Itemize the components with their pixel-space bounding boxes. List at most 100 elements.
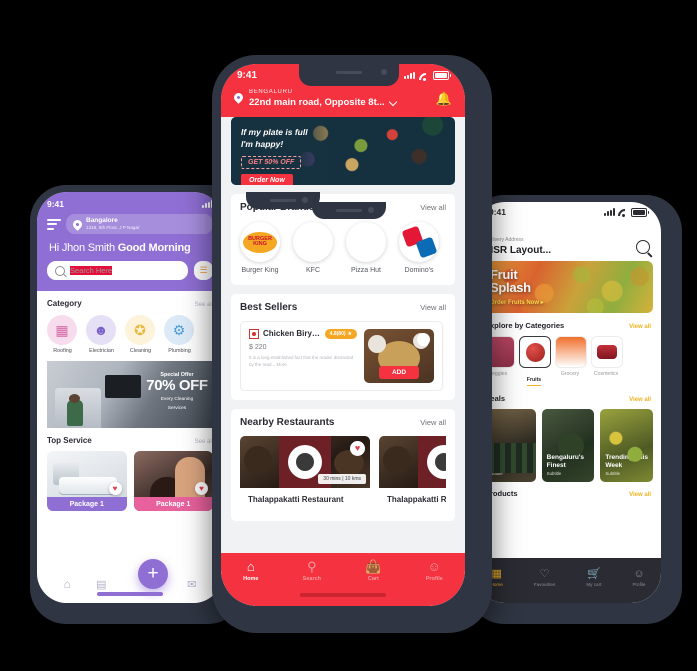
right-bottom-nav: ▦ Home ♡ Favourites 🛒 My cart ☺ Profile (475, 558, 661, 603)
category-title: Category (47, 299, 82, 309)
deal-text: Trending This Week Subtitle (605, 454, 653, 476)
category-item-roofing[interactable]: ▦ Roofing (47, 315, 78, 354)
restaurant-card[interactable]: ♥ 30 mins | 10 kms Thalappakatti Restaur… (240, 435, 370, 511)
cleaning-icon: ✪ (125, 315, 155, 346)
right-address-block[interactable]: Delivery Address HSR Layout... (486, 237, 551, 256)
search-icon[interactable] (636, 239, 650, 254)
deal-title: Bengaluru's Finest (546, 454, 584, 469)
deals-list: Trending This Week Subtitle Bengaluru's … (475, 403, 661, 482)
filter-button[interactable]: ☰ (194, 261, 213, 281)
products-view-all[interactable]: View all (629, 492, 651, 498)
best-seller-image: ADD (364, 328, 434, 383)
plumbing-icon: ⚙ (164, 315, 194, 346)
best-seller-card[interactable]: Chicken Biryani 4.8(80) ★ $ 220 It is a l… (240, 320, 443, 391)
center-location[interactable]: BENGALURU 22nd main road, Opposite 8t... (232, 89, 397, 108)
category-view-all[interactable]: See all (195, 302, 213, 308)
category-item-cosmetics[interactable]: Cosmetics (591, 336, 623, 386)
center-location-text: BENGALURU 22nd main road, Opposite 8t... (249, 89, 397, 108)
top-service-view-all[interactable]: See all (195, 439, 213, 445)
brand-item-kfc[interactable]: KFC KFC (293, 222, 333, 276)
nav-item-search[interactable]: ⚲ Search (303, 560, 321, 582)
brand-item-dominos[interactable]: Domino's (399, 222, 439, 276)
top-service-header: Top Service See all (47, 436, 213, 445)
kfc-colonel (299, 227, 316, 249)
nav-item-profile[interactable]: ☺ Profile (632, 568, 646, 588)
center-home-indicator (300, 593, 386, 597)
fruit-splash-banner[interactable]: Fruit Splash Order Fruits Now ▸ (483, 261, 653, 313)
hero-banner[interactable]: If my plate is full I'm happy! GET 50% O… (231, 117, 455, 185)
notification-bell-icon[interactable]: 🔔 (436, 91, 452, 107)
brand-item-burger-king[interactable]: BURGER KING Burger King (240, 222, 280, 276)
favourite-heart-icon[interactable]: ♥ (350, 440, 365, 456)
best-sellers-title: Best Sellers (240, 301, 298, 313)
left-location-text: Bangalore 1318, 5th Floor, J P Nagar (86, 217, 140, 231)
home-icon[interactable]: ⌂ (64, 577, 71, 591)
search-input[interactable]: Search Here (47, 261, 188, 281)
top-service-card[interactable]: ♥ Package 1 (47, 451, 127, 512)
add-button[interactable]: ADD (378, 365, 420, 379)
mockup-stage: 9:41 Bangalore 1318, 5th Floor, J P Naga… (0, 0, 697, 671)
restaurant-card[interactable]: ♥ 30 mins | 10 kms Thalappakatti Restaur… (379, 435, 446, 511)
chevron-down-icon[interactable] (388, 97, 397, 106)
left-greeting-text: Good Morning (117, 242, 191, 255)
star-icon: ★ (347, 330, 352, 337)
deal-card[interactable]: Bengaluru's Finest Subtitle (541, 409, 595, 482)
banner-cta[interactable]: Order Fruits Now ▸ (490, 299, 544, 306)
restaurant-image: ♥ 30 mins | 10 kms (379, 435, 446, 488)
nav-item-home[interactable]: ⌂ Home (243, 560, 258, 582)
right-status-icons (604, 207, 649, 217)
restaurant-name: Thalappakatti Restaurant (379, 487, 446, 511)
best-seller-name: Chicken Biryani (263, 329, 321, 339)
cleaner-person (67, 394, 83, 427)
deal-card[interactable]: Trending This Week Subtitle (600, 409, 654, 482)
left-location-row[interactable]: Bangalore 1318, 5th Floor, J P Nagar (47, 214, 213, 235)
hamburger-menu-icon[interactable] (47, 218, 61, 230)
categories-view-all[interactable]: View all (629, 324, 651, 330)
nav-item-cart[interactable]: 🛒 My cart (586, 568, 601, 587)
add-fab-button[interactable]: + (138, 559, 168, 589)
filter-icon: ☰ (199, 265, 208, 276)
hero-line2: I'm happy! (241, 139, 284, 150)
left-greeting: Hi Jhon Smith Good Morning (49, 242, 211, 254)
favourite-heart-icon[interactable]: ♥ (108, 482, 122, 496)
offer-banner[interactable]: Special Offer 70% OFF Every Cleaning Ser… (47, 361, 213, 429)
favourite-icon[interactable] (417, 332, 430, 346)
bookings-icon[interactable]: ▤ (96, 578, 106, 591)
nav-item-home[interactable]: ▦ Home (491, 568, 503, 587)
best-sellers-view-all[interactable]: View all (420, 303, 446, 312)
delivery-address-value: HSR Layout... (486, 245, 552, 256)
dominos-logo (399, 222, 439, 262)
hero-offer-badge: GET 50% OFF (241, 155, 302, 169)
order-now-button[interactable]: Order Now (241, 173, 293, 185)
category-item-plumbing[interactable]: ⚙ Plumbing (164, 315, 195, 354)
messages-icon[interactable]: ✉ (187, 578, 196, 591)
categories-title: Explore by Categories (485, 321, 565, 330)
brand-name: Domino's (404, 267, 434, 274)
category-item-electrician[interactable]: ☻ Electrician (86, 315, 117, 354)
non-veg-mark-icon (249, 328, 259, 339)
fruits-icon (519, 336, 551, 368)
category-item-cleaning[interactable]: ✪ Cleaning (125, 315, 156, 354)
nav-label: Favourites (533, 582, 556, 588)
brand-item-pizza-hut[interactable]: Pizza Hut Pizza Hut (346, 222, 386, 276)
nav-item-profile[interactable]: ☺ Profile (426, 560, 443, 582)
nav-item-cart[interactable]: 👜 Cart (365, 560, 381, 582)
popular-brands-view-all[interactable]: View all (420, 203, 446, 212)
food-bowl (383, 445, 411, 474)
deal-title: Trending This Week (488, 454, 531, 469)
pizza-hut-logo: Pizza Hut (346, 222, 386, 262)
roofing-icon: ▦ (47, 315, 77, 346)
deals-view-all[interactable]: View all (629, 397, 651, 403)
top-service-card[interactable]: ♥ Package 1 (133, 451, 213, 512)
category-item-grocery[interactable]: Grocery (555, 336, 587, 386)
favourite-heart-icon[interactable]: ♥ (195, 482, 208, 496)
wifi-icon (618, 208, 628, 217)
left-location-box[interactable]: Bangalore 1318, 5th Floor, J P Nagar (66, 214, 213, 235)
category-label: Grocery (560, 371, 580, 377)
deal-title: Trending This Week (605, 454, 648, 469)
nav-item-favourites[interactable]: ♡ Favourites (533, 568, 556, 588)
category-item-fruits[interactable]: Fruits (519, 336, 551, 386)
nearby-restaurants-header: Nearby Restaurants View all (240, 417, 446, 428)
nearby-restaurants-view-all[interactable]: View all (420, 418, 446, 427)
nav-label: Profile (632, 582, 646, 588)
